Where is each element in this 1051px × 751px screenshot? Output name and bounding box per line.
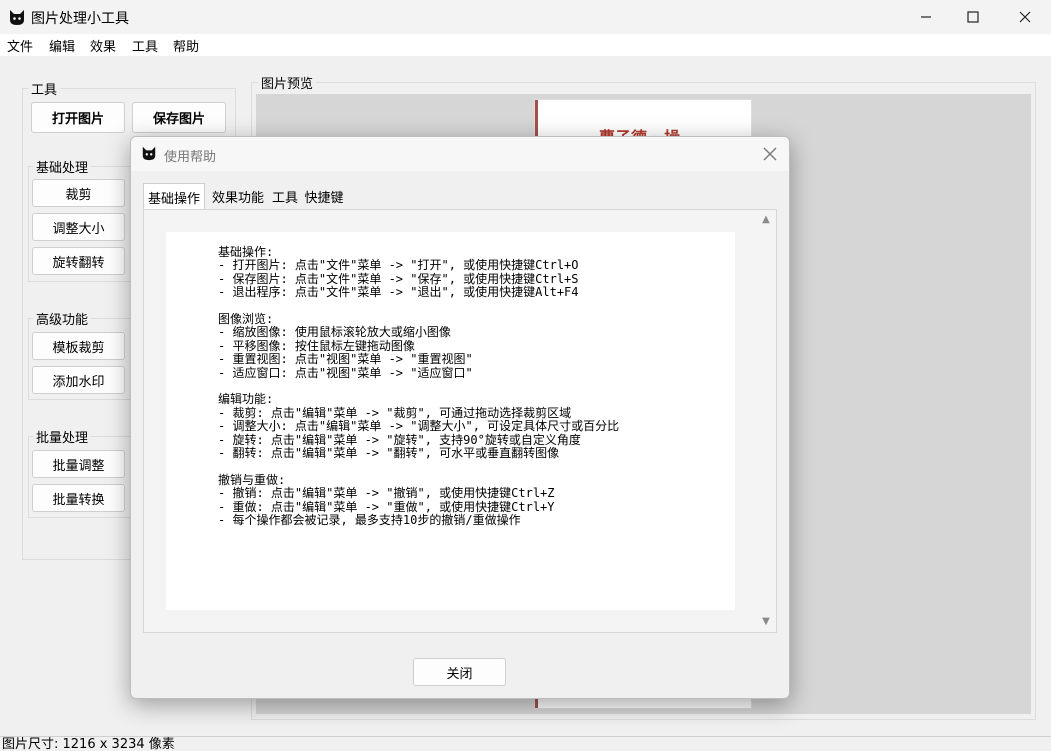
tab-panel: 基础操作: - 打开图片: 点击"文件"菜单 -> "打开", 或使用快捷键Ct… (143, 209, 777, 633)
tab-shortcuts[interactable]: 快捷键 (302, 183, 346, 209)
help-text-area[interactable]: 基础操作: - 打开图片: 点击"文件"菜单 -> "打开", 或使用快捷键Ct… (166, 232, 735, 610)
save-image-button[interactable]: 保存图片 (132, 102, 226, 133)
close-window-button[interactable] (1000, 0, 1050, 34)
close-icon (1019, 11, 1031, 23)
status-text: 图片尺寸: 1216 x 3234 像素 (2, 737, 175, 751)
tab-effects[interactable]: 效果功能 (207, 183, 269, 209)
cat-app-icon (142, 146, 156, 161)
scroll-up-arrow-icon[interactable]: ▲ (759, 214, 773, 226)
batch-adjust-button[interactable]: 批量调整 (32, 450, 125, 478)
resize-button[interactable]: 调整大小 (32, 213, 125, 241)
close-dialog-button[interactable]: 关闭 (413, 658, 506, 686)
help-dialog: 使用帮助 基础操作 效果功能 工具 快捷键 基础操作: - 打开图片: 点击"文… (130, 136, 790, 699)
maximize-button[interactable] (948, 0, 998, 34)
status-bar: 图片尺寸: 1216 x 3234 像素 (0, 736, 1051, 751)
advanced-group-title: 高级功能 (33, 309, 92, 328)
dialog-title-bar[interactable]: 使用帮助 (131, 137, 789, 171)
batch-convert-button[interactable]: 批量转换 (32, 484, 125, 512)
add-watermark-button[interactable]: 添加水印 (32, 366, 125, 394)
menu-tools[interactable]: 工具 (132, 36, 158, 55)
menu-effects[interactable]: 效果 (90, 36, 116, 55)
tab-tools[interactable]: 工具 (270, 183, 300, 209)
scroll-down-arrow-icon[interactable]: ▼ (759, 616, 773, 628)
window-title: 图片处理小工具 (31, 11, 129, 27)
rotate-flip-button[interactable]: 旋转翻转 (32, 247, 125, 275)
maximize-icon (967, 11, 979, 23)
tools-group-title: 工具 (28, 79, 61, 98)
close-icon[interactable] (761, 145, 779, 163)
menu-help[interactable]: 帮助 (173, 36, 199, 55)
menu-bar: 文件 编辑 效果 工具 帮助 (0, 34, 1051, 56)
basic-group-title: 基础处理 (33, 157, 92, 176)
minimize-icon (921, 16, 931, 18)
title-bar[interactable]: 图片处理小工具 (0, 0, 1051, 34)
batch-group-title: 批量处理 (33, 427, 92, 446)
template-crop-button[interactable]: 模板裁剪 (32, 332, 125, 360)
help-content: 基础操作: - 打开图片: 点击"文件"菜单 -> "打开", 或使用快捷键Ct… (218, 245, 620, 528)
minimize-button[interactable] (901, 0, 951, 34)
cat-app-icon (10, 10, 24, 25)
open-image-button[interactable]: 打开图片 (31, 102, 125, 133)
preview-group-title: 图片预览 (258, 73, 317, 92)
menu-edit[interactable]: 编辑 (49, 36, 75, 55)
tab-basic-ops[interactable]: 基础操作 (143, 183, 205, 210)
crop-button[interactable]: 裁剪 (32, 179, 125, 207)
dialog-title: 使用帮助 (164, 150, 217, 165)
menu-file[interactable]: 文件 (7, 36, 33, 55)
